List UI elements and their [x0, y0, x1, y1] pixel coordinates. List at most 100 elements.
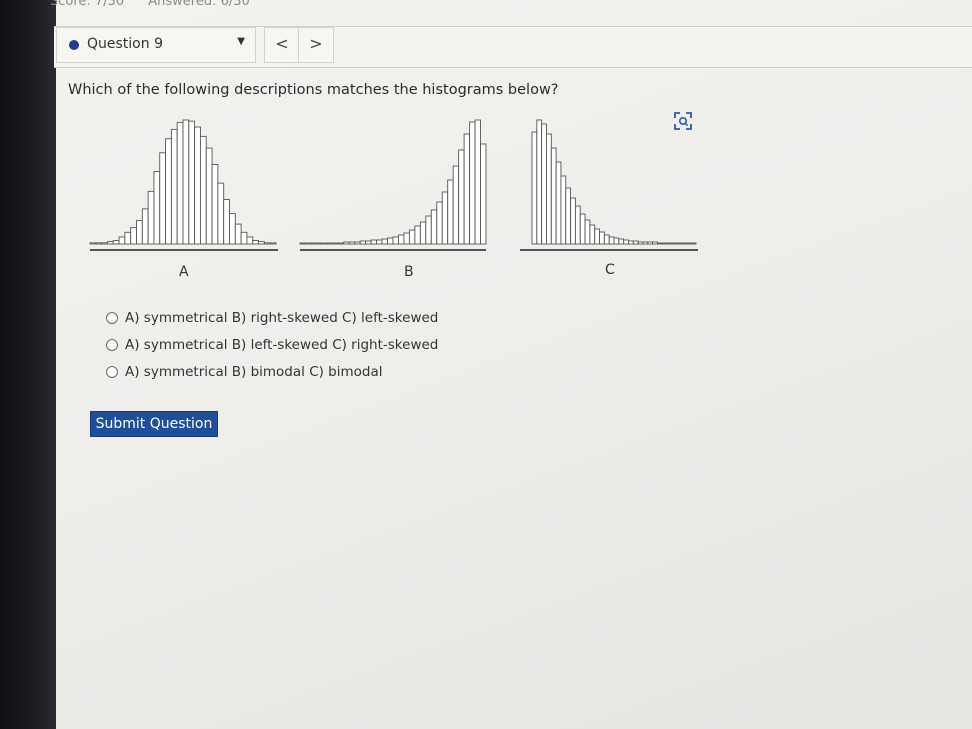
histogram-bar	[579, 213, 586, 245]
histogram-bar	[332, 242, 339, 245]
histogram-bar	[550, 147, 557, 245]
histogram-a-label: A	[179, 264, 189, 280]
histogram-bar	[425, 215, 432, 245]
histogram-bar	[234, 223, 242, 245]
histogram-bar	[546, 133, 552, 245]
histogram-bar	[153, 171, 161, 245]
histogram-bar	[147, 190, 155, 245]
histogram-bar	[480, 143, 487, 245]
histogram-bar	[690, 242, 697, 245]
histogram-bar	[95, 242, 103, 245]
histogram-bar	[656, 242, 663, 245]
radio-button[interactable]	[106, 338, 118, 351]
score-text: Score: 7/30	[50, 0, 125, 9]
question-text: Which of the following descriptions matc…	[68, 82, 559, 98]
histogram-bar	[370, 239, 378, 245]
histogram-bar	[321, 242, 328, 245]
radio-button[interactable]	[106, 311, 118, 324]
histogram-bar	[106, 241, 114, 245]
histogram-bar	[326, 242, 334, 245]
histogram-bar	[565, 187, 572, 245]
histogram-bar	[112, 240, 120, 245]
histogram-b-label: B	[404, 264, 414, 280]
histogram-bar	[652, 241, 658, 245]
answer-options: A) symmetrical B) right-skewed C) left-s…	[106, 304, 438, 385]
histogram-bar	[584, 219, 591, 245]
histogram-bar	[269, 242, 277, 245]
histogram-bar	[165, 138, 172, 245]
histogram-bar	[89, 242, 97, 245]
histogram-bar	[348, 241, 356, 245]
histogram-bar	[217, 182, 225, 245]
histogram-bar	[570, 197, 576, 245]
answer-option-label: A) symmetrical B) right-skewed C) left-s…	[125, 309, 439, 326]
histogram-bar	[647, 241, 654, 245]
histogram-bar	[118, 236, 126, 245]
histogram-bar	[136, 220, 143, 245]
histogram-bar	[555, 161, 562, 245]
next-question-button[interactable]: >	[298, 27, 334, 63]
histogram-bar	[359, 240, 367, 245]
histogram-bar	[414, 225, 421, 245]
histogram-bar	[613, 237, 620, 245]
submit-question-button[interactable]: Submit Question	[90, 411, 218, 437]
histogram-bar	[628, 240, 634, 245]
histogram-a	[86, 112, 282, 254]
histogram-bar	[608, 236, 615, 245]
histogram-bar	[408, 229, 416, 245]
histogram-bar	[398, 234, 405, 245]
histogram-bar	[188, 120, 196, 245]
histogram-bar	[430, 209, 438, 245]
histogram-c-label: C	[605, 262, 615, 278]
radio-button[interactable]	[106, 365, 118, 378]
histogram-c-chart	[520, 119, 698, 251]
histogram-bar	[560, 175, 567, 245]
histogram-bar	[392, 236, 399, 245]
histogram-c	[518, 112, 714, 254]
question-select[interactable]: Question 9 ▼	[56, 27, 256, 63]
histogram-bar	[637, 241, 644, 245]
histogram-bar	[632, 240, 639, 245]
histogram-bar	[194, 126, 201, 245]
histogram-bar	[685, 242, 692, 245]
histogram-bar	[603, 234, 610, 245]
histogram-bar	[205, 147, 213, 245]
histogram-bar	[642, 241, 649, 245]
histogram-bar	[623, 239, 629, 245]
histogram-bar	[666, 242, 673, 245]
histogram-bar	[463, 133, 471, 245]
answer-option-label: A) symmetrical B) bimodal C) bimodal	[125, 363, 383, 380]
histogram-bar	[258, 241, 265, 245]
histogram-bar	[458, 149, 465, 245]
histogram-bar	[365, 240, 372, 245]
answer-option[interactable]: A) symmetrical B) left-skewed C) right-s…	[106, 331, 438, 358]
histogram-bar	[124, 231, 132, 245]
histogram-bar	[130, 227, 137, 245]
histogram-b	[298, 112, 494, 254]
histogram-bar	[310, 242, 317, 245]
histogram-bar	[469, 121, 476, 245]
histogram-bar	[447, 179, 454, 245]
histogram-bar	[676, 242, 682, 245]
device-bezel	[0, 0, 64, 729]
answer-option[interactable]: A) symmetrical B) right-skewed C) left-s…	[106, 304, 438, 331]
histogram-bar	[574, 205, 581, 245]
histogram-bar	[452, 165, 460, 245]
histogram-bar	[536, 119, 543, 245]
histogram-bar	[199, 135, 207, 245]
histogram-bar	[141, 208, 149, 245]
histogram-bar	[252, 240, 260, 245]
histogram-bar	[211, 164, 219, 245]
score-bar: Score: 7/30 Answered: 6/30	[50, 0, 270, 9]
answer-option-label: A) symmetrical B) left-skewed C) right-s…	[125, 336, 439, 353]
previous-question-button[interactable]: <	[264, 27, 300, 63]
histogram-bar	[299, 242, 306, 245]
histogram-bar	[681, 242, 687, 245]
answer-option[interactable]: A) symmetrical B) bimodal C) bimodal	[106, 358, 438, 385]
histogram-bar	[182, 119, 190, 245]
histogram-b-chart	[299, 119, 487, 251]
histogram-bar	[159, 152, 167, 245]
histogram-bar	[381, 238, 388, 245]
histogram-bar	[101, 242, 108, 245]
histogram-bar	[315, 242, 323, 245]
